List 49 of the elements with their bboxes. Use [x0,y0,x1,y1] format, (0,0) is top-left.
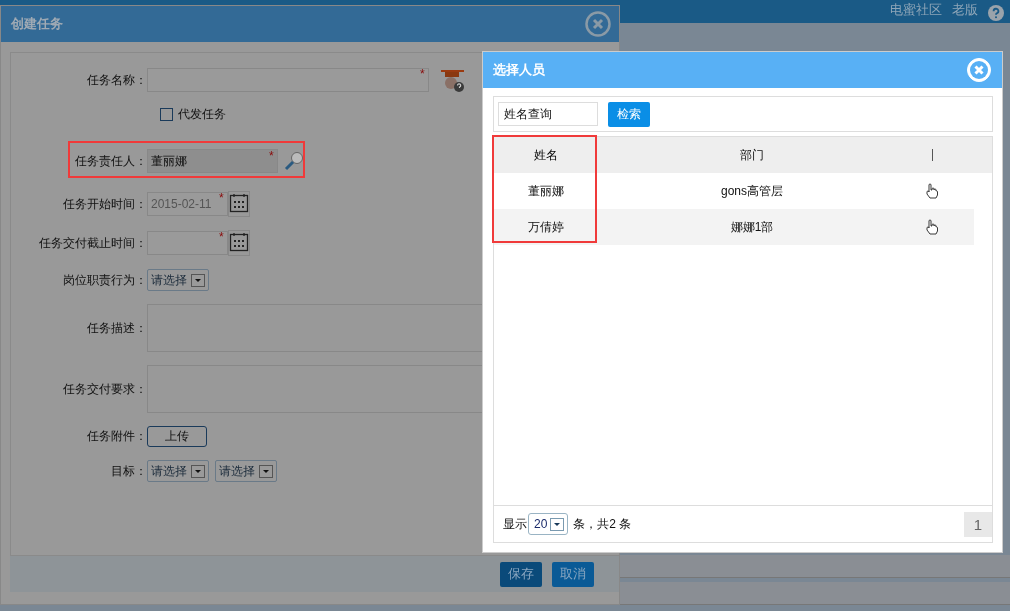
field-label: 任务开始时间： [63,196,147,211]
field-label: 目标： [111,463,147,478]
field-label: 任务交付要求： [63,381,147,396]
caret-icon[interactable] [191,273,205,287]
dialog-button[interactable]: 保存 [500,561,542,587]
calendar-icon[interactable] [228,191,250,217]
select-dropdown[interactable]: 请选择 [147,460,209,482]
help-icon[interactable] [988,5,1004,21]
page-size-dropdown[interactable]: 20 [528,513,569,535]
caret-icon[interactable] [191,464,205,478]
calendar-icon[interactable] [228,230,250,256]
dialog-title: 选择人员 [493,61,545,79]
field-label: 任务名称： [87,72,147,87]
field-label: 岗位职责行为： [63,272,147,287]
header-link[interactable]: 电蜜社区 [890,1,942,19]
select-dropdown[interactable]: 请选择 [215,460,277,482]
upload-button[interactable]: 上传 [147,426,207,447]
page-number[interactable]: 1 [964,511,992,537]
caret-icon[interactable] [259,464,273,478]
caret-icon[interactable] [550,517,565,531]
select-dropdown[interactable]: 请选择 [147,269,209,291]
search-field[interactable]: 姓名查询 [498,102,598,126]
field-value: 董丽娜 [151,152,187,170]
header-link[interactable]: 老版 [952,1,978,19]
graduate-help-icon[interactable] [441,67,467,93]
hand-pointer-icon[interactable] [926,219,938,235]
required-mark: * [219,191,225,205]
dialog-button[interactable]: 取消 [552,561,594,587]
table-cell: 董丽娜 [527,182,564,200]
table-cell: gons高管层 [721,182,783,200]
checkbox[interactable] [160,108,173,121]
column-header: 部门 [740,146,764,164]
required-mark: * [420,67,426,81]
table-cell: 娜娜1部 [730,218,774,236]
required-mark: * [269,149,275,163]
dialog-title: 创建任务 [11,15,63,33]
field-label: 任务交付截止时间： [39,235,147,250]
pager-total: 条，共2 条 [573,515,632,533]
column-header: 姓名 [533,146,558,164]
search-icon[interactable] [284,151,304,171]
required-mark: * [219,230,225,244]
checkbox-label: 代发任务 [178,106,226,123]
field-label: 任务附件： [87,429,147,443]
field-label: 任务描述： [87,320,147,335]
search-button[interactable]: 检索 [608,101,650,127]
pager-label: 显示 [503,515,527,533]
hand-pointer-icon[interactable] [926,183,938,199]
field-label: 任务责任人： [75,153,147,168]
table-cell: 万倩婷 [527,218,564,236]
